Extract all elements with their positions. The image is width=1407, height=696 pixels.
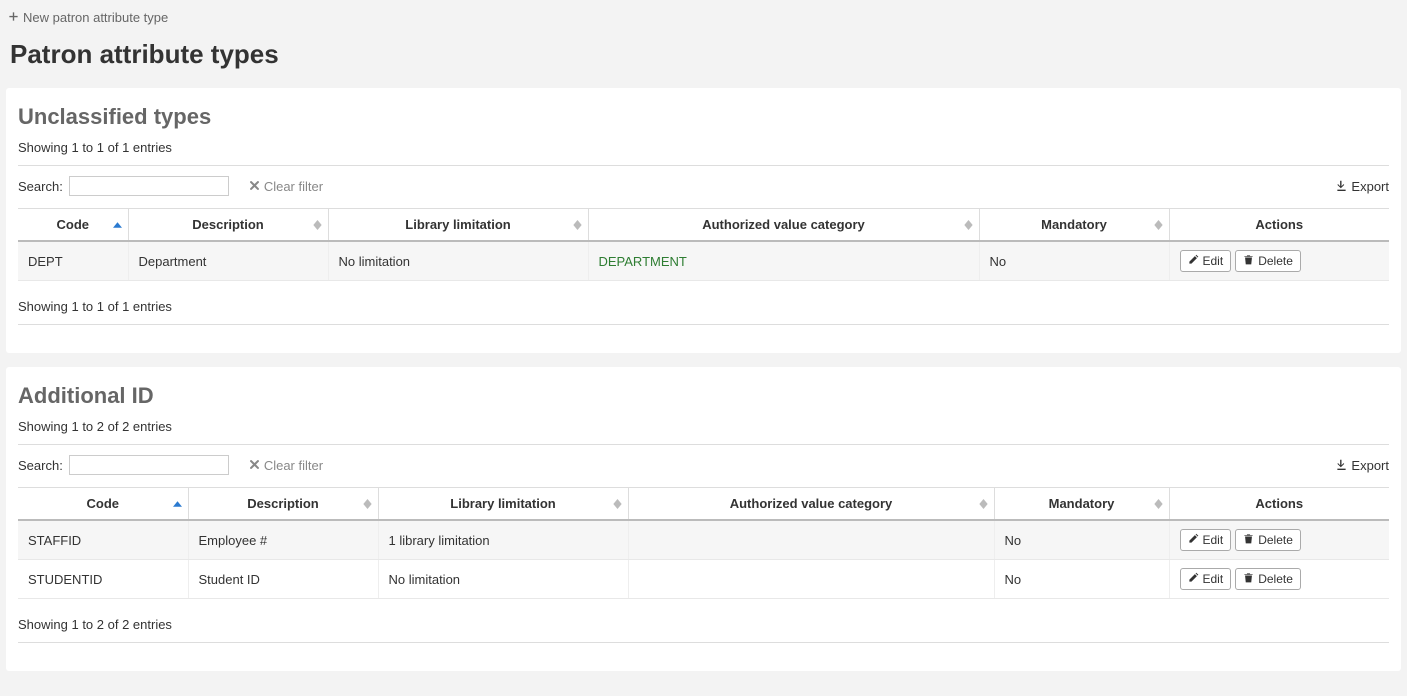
sort-icon — [1154, 220, 1163, 230]
col-header-code[interactable]: Code — [18, 488, 188, 521]
export-link[interactable]: Export — [1336, 458, 1389, 473]
table-row: STUDENTID Student ID No limitation No Ed… — [18, 560, 1389, 599]
sort-icon — [363, 499, 372, 509]
pencil-icon — [1188, 572, 1199, 586]
table-unclassified: Code Description Library limitation — [18, 208, 1389, 281]
clear-filter-label: Clear filter — [264, 458, 323, 473]
clear-filter-link[interactable]: Clear filter — [249, 179, 323, 194]
cell-lib: No limitation — [328, 241, 588, 281]
sort-icon — [979, 499, 988, 509]
col-header-description[interactable]: Description — [188, 488, 378, 521]
export-link[interactable]: Export — [1336, 179, 1389, 194]
new-patron-attr-type-link[interactable]: New patron attribute type — [8, 10, 168, 25]
col-header-avc[interactable]: Authorized value category — [628, 488, 994, 521]
cell-code: DEPT — [18, 241, 128, 281]
edit-button[interactable]: Edit — [1180, 529, 1232, 551]
cell-code: STUDENTID — [18, 560, 188, 599]
col-header-mandatory[interactable]: Mandatory — [994, 488, 1169, 521]
cell-mandatory: No — [994, 520, 1169, 560]
clear-filter-link[interactable]: Clear filter — [249, 458, 323, 473]
divider — [18, 324, 1389, 325]
search-label: Search: — [18, 179, 63, 194]
entries-info-bottom: Showing 1 to 1 of 1 entries — [18, 299, 1389, 314]
entries-info-bottom: Showing 1 to 2 of 2 entries — [18, 617, 1389, 632]
cell-code: STAFFID — [18, 520, 188, 560]
entries-info-top: Showing 1 to 2 of 2 entries — [18, 419, 1389, 434]
col-header-actions: Actions — [1169, 209, 1389, 242]
new-patron-attr-label: New patron attribute type — [23, 10, 168, 25]
cell-actions: Edit Delete — [1169, 241, 1389, 281]
sort-icon — [573, 220, 582, 230]
sort-icon — [1154, 499, 1163, 509]
avc-link[interactable]: DEPARTMENT — [599, 254, 687, 269]
sort-asc-icon — [173, 501, 182, 507]
col-header-description[interactable]: Description — [128, 209, 328, 242]
delete-button[interactable]: Delete — [1235, 568, 1301, 590]
sort-asc-icon — [113, 222, 122, 228]
download-icon — [1336, 179, 1347, 194]
col-header-code[interactable]: Code — [18, 209, 128, 242]
panel-title: Additional ID — [18, 383, 1389, 409]
clear-filter-label: Clear filter — [264, 179, 323, 194]
cell-mandatory: No — [994, 560, 1169, 599]
search-input[interactable] — [69, 176, 229, 196]
trash-icon — [1243, 572, 1254, 586]
delete-button[interactable]: Delete — [1235, 529, 1301, 551]
page-title: Patron attribute types — [10, 39, 1401, 70]
delete-button[interactable]: Delete — [1235, 250, 1301, 272]
cell-mandatory: No — [979, 241, 1169, 281]
search-label: Search: — [18, 458, 63, 473]
panel-unclassified: Unclassified types Showing 1 to 1 of 1 e… — [6, 88, 1401, 353]
export-label: Export — [1351, 179, 1389, 194]
edit-button[interactable]: Edit — [1180, 568, 1232, 590]
cell-actions: Edit Delete — [1169, 520, 1389, 560]
panel-additional-id: Additional ID Showing 1 to 2 of 2 entrie… — [6, 367, 1401, 671]
cell-lib: 1 library limitation — [378, 520, 628, 560]
cell-description: Department — [128, 241, 328, 281]
plus-icon — [8, 10, 19, 25]
divider — [18, 444, 1389, 445]
col-header-actions: Actions — [1169, 488, 1389, 521]
x-icon — [249, 458, 260, 473]
col-header-avc[interactable]: Authorized value category — [588, 209, 979, 242]
trash-icon — [1243, 533, 1254, 547]
col-header-library-limitation[interactable]: Library limitation — [378, 488, 628, 521]
cell-description: Student ID — [188, 560, 378, 599]
sort-icon — [964, 220, 973, 230]
sort-icon — [613, 499, 622, 509]
col-header-mandatory[interactable]: Mandatory — [979, 209, 1169, 242]
panel-title: Unclassified types — [18, 104, 1389, 130]
table-additional-id: Code Description Library limitation — [18, 487, 1389, 599]
sort-icon — [313, 220, 322, 230]
export-label: Export — [1351, 458, 1389, 473]
cell-description: Employee # — [188, 520, 378, 560]
col-header-library-limitation[interactable]: Library limitation — [328, 209, 588, 242]
cell-actions: Edit Delete — [1169, 560, 1389, 599]
cell-avc: DEPARTMENT — [588, 241, 979, 281]
divider — [18, 165, 1389, 166]
entries-info-top: Showing 1 to 1 of 1 entries — [18, 140, 1389, 155]
x-icon — [249, 179, 260, 194]
table-row: STAFFID Employee # 1 library limitation … — [18, 520, 1389, 560]
pencil-icon — [1188, 254, 1199, 268]
table-row: DEPT Department No limitation DEPARTMENT… — [18, 241, 1389, 281]
edit-button[interactable]: Edit — [1180, 250, 1232, 272]
cell-avc — [628, 520, 994, 560]
cell-avc — [628, 560, 994, 599]
divider — [18, 642, 1389, 643]
download-icon — [1336, 458, 1347, 473]
cell-lib: No limitation — [378, 560, 628, 599]
trash-icon — [1243, 254, 1254, 268]
pencil-icon — [1188, 533, 1199, 547]
search-input[interactable] — [69, 455, 229, 475]
